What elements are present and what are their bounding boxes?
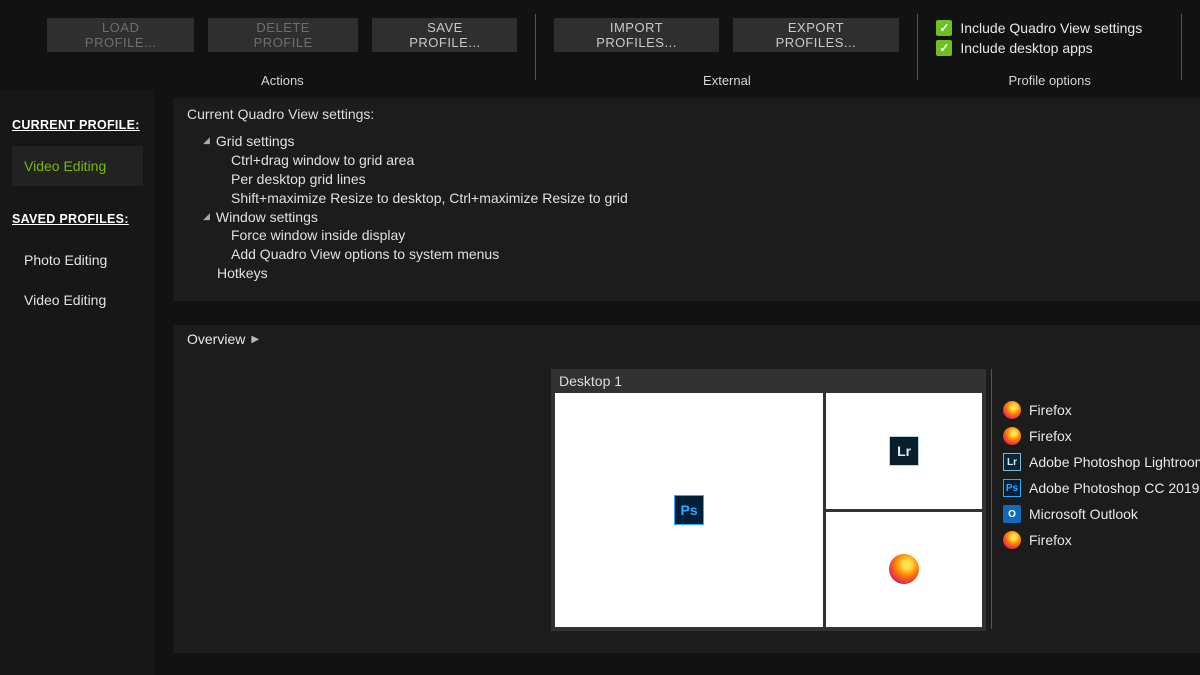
grid-settings-label: Grid settings (216, 132, 295, 151)
lightroom-icon: Lr (1003, 453, 1021, 471)
export-profiles-button[interactable]: EXPORT PROFILES... (733, 18, 900, 52)
settings-title: Current Quadro View settings: (173, 98, 1200, 128)
applications-column: Applications Firefox Firefox Lr Adobe Photo… (1003, 369, 1200, 553)
window-settings-label: Window settings (216, 208, 318, 227)
application-name: Adobe Photoshop CC 2019 (1029, 480, 1199, 496)
desktop-tile-top-right[interactable]: Lr (826, 393, 982, 509)
photoshop-icon: Ps (674, 495, 704, 525)
application-row[interactable]: Firefox (1003, 527, 1200, 553)
checkbox-checked-icon (936, 40, 952, 56)
application-row[interactable]: Ps Adobe Photoshop CC 2019 (1003, 475, 1200, 501)
application-name: Firefox (1029, 402, 1072, 418)
application-name: Microsoft Outlook (1029, 506, 1138, 522)
tree-leaf: Force window inside display (203, 226, 1182, 245)
settings-panel: Current Quadro View settings: ◢ Grid set… (173, 98, 1200, 301)
application-row[interactable]: Lr Adobe Photoshop Lightroom (1003, 449, 1200, 475)
delete-profile-button[interactable]: DELETE PROFILE (208, 18, 358, 52)
import-profiles-button[interactable]: IMPORT PROFILES... (554, 18, 718, 52)
tree-node-hotkeys[interactable]: Hotkeys (203, 264, 1182, 283)
caret-down-icon: ◢ (203, 210, 210, 222)
checkbox-checked-icon (936, 20, 952, 36)
firefox-icon (1003, 401, 1021, 419)
firefox-icon (1003, 531, 1021, 549)
options-group: Include Quadro View settings Include des… (936, 18, 1163, 88)
vertical-divider (991, 369, 992, 629)
tree-node-window[interactable]: ◢ Window settings (203, 208, 1182, 227)
include-desktop-label: Include desktop apps (960, 40, 1092, 56)
actions-group: LOAD PROFILE... DELETE PROFILE SAVE PROF… (47, 18, 517, 88)
tree-leaf: Shift+maximize Resize to desktop, Ctrl+m… (203, 189, 1182, 208)
application-name: Firefox (1029, 532, 1072, 548)
outlook-icon: O (1003, 505, 1021, 523)
application-row[interactable]: O Microsoft Outlook (1003, 501, 1200, 527)
desktop-title: Desktop 1 (555, 373, 982, 393)
sidebar-item-saved[interactable]: Photo Editing (12, 240, 143, 280)
tree-node-grid[interactable]: ◢ Grid settings (203, 132, 1182, 151)
overview-label: Overview (187, 331, 245, 347)
desktop-tile-bottom-right[interactable] (826, 512, 982, 628)
firefox-icon (1003, 427, 1021, 445)
chevron-right-icon: ▶ (251, 334, 259, 345)
include-view-label: Include Quadro View settings (960, 20, 1142, 36)
toolbar-divider (1181, 14, 1182, 80)
desktop-tile-left[interactable]: Ps (555, 393, 823, 627)
external-caption: External (703, 73, 751, 88)
application-row[interactable]: Firefox (1003, 423, 1200, 449)
application-name: Firefox (1029, 428, 1072, 444)
save-profile-button[interactable]: SAVE PROFILE... (372, 18, 517, 52)
sidebar-item-current[interactable]: Video Editing (12, 146, 143, 186)
tree-leaf: Per desktop grid lines (203, 170, 1182, 189)
toolbar-divider (535, 14, 536, 80)
firefox-icon (889, 554, 919, 584)
tree-leaf: Add Quadro View options to system menus (203, 245, 1182, 264)
applications-heading: Applications (1003, 369, 1200, 388)
application-name: Adobe Photoshop Lightroom (1029, 454, 1200, 470)
overview-panel: Desktop 1 Ps Lr (173, 353, 1200, 653)
options-caption: Profile options (1008, 73, 1090, 88)
lightroom-icon: Lr (889, 436, 919, 466)
overview-header[interactable]: Overview ▶ (173, 325, 1200, 353)
sidebar: CURRENT PROFILE: Video Editing SAVED PRO… (0, 90, 155, 675)
sidebar-item-saved[interactable]: Video Editing (12, 280, 143, 320)
include-view-checkbox-row[interactable]: Include Quadro View settings (936, 20, 1142, 36)
saved-profiles-heading: SAVED PROFILES: (12, 212, 143, 226)
toolbar-divider (917, 14, 918, 80)
actions-caption: Actions (261, 73, 304, 88)
caret-down-icon: ◢ (203, 134, 210, 146)
load-profile-button[interactable]: LOAD PROFILE... (47, 18, 194, 52)
current-profile-heading: CURRENT PROFILE: (12, 118, 143, 132)
application-row[interactable]: Firefox (1003, 397, 1200, 423)
photoshop-icon: Ps (1003, 479, 1021, 497)
external-group: IMPORT PROFILES... EXPORT PROFILES... Ex… (554, 18, 899, 88)
tree-leaf: Ctrl+drag window to grid area (203, 151, 1182, 170)
include-desktop-checkbox-row[interactable]: Include desktop apps (936, 40, 1142, 56)
desktop-preview: Desktop 1 Ps Lr (551, 369, 986, 631)
